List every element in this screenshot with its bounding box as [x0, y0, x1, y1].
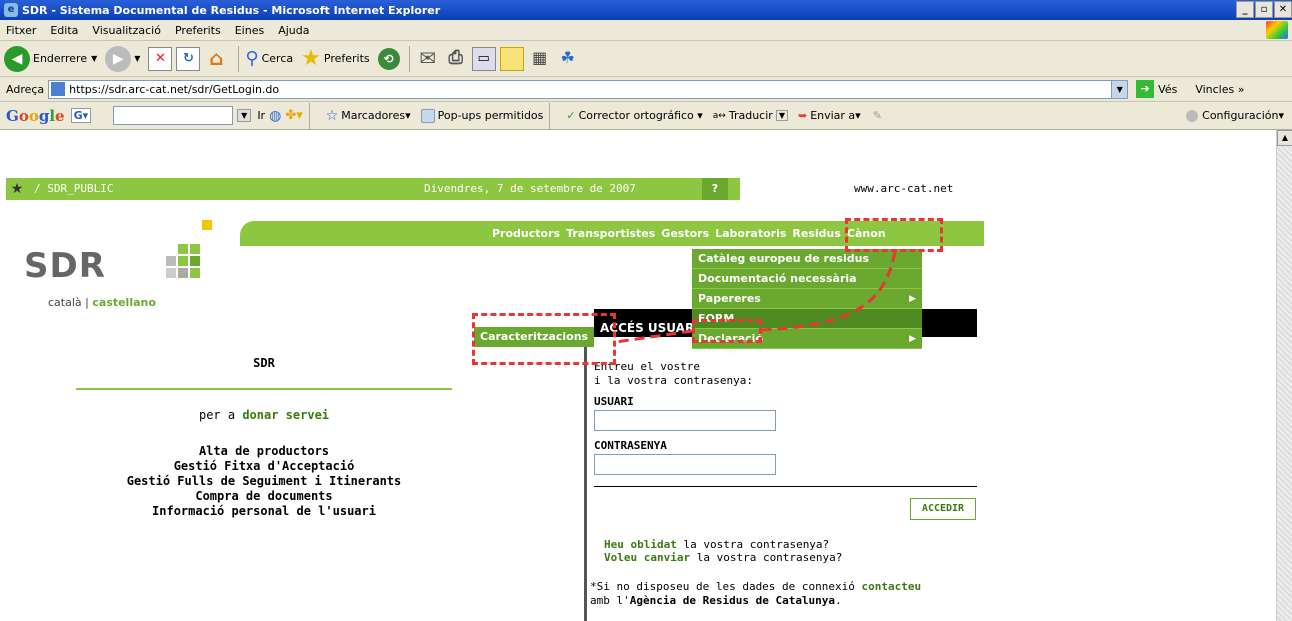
scroll-up-icon[interactable]: ▲: [1277, 130, 1292, 146]
print-icon[interactable]: ⎙: [444, 47, 468, 71]
google-go-icon[interactable]: Ir: [257, 109, 265, 122]
spellcheck-label: Corrector ortográfico ▾: [578, 109, 703, 122]
translate-dropdown-icon[interactable]: ▼: [775, 110, 788, 121]
address-url: https://sdr.arc-cat.net/sdr/GetLogin.do: [69, 82, 280, 96]
send-label: Enviar a▾: [810, 109, 861, 122]
bookmark-star-icon: ☆: [325, 107, 339, 124]
refresh-icon[interactable]: ↻: [176, 46, 201, 71]
google-pagerank-icon[interactable]: ✤▾: [285, 108, 302, 123]
links-button[interactable]: Vincles »: [1195, 83, 1244, 96]
google-separator-2: [549, 102, 551, 129]
back-label: Enderrere: [33, 52, 88, 65]
config-icon: [1186, 109, 1199, 122]
stop-icon[interactable]: ✕: [148, 46, 173, 71]
menu-ajuda[interactable]: Ajuda: [278, 24, 309, 37]
page-icon: [51, 82, 66, 96]
window-controls: _ ▫ ✕: [1235, 1, 1292, 18]
spellcheck-icon: ✓: [566, 109, 576, 122]
bookmarks-button[interactable]: ☆ Marcadores▾: [326, 108, 411, 124]
google-search-dropdown-icon[interactable]: ▼: [237, 109, 252, 122]
send-icon: ➥: [797, 109, 808, 122]
search-button[interactable]: ⚲ Cerca: [245, 48, 293, 69]
translate-icon: a↔: [712, 110, 726, 121]
menu-fitxer[interactable]: Fitxer: [6, 24, 36, 37]
go-button[interactable]: ➔ Vés: [1136, 80, 1177, 98]
back-dropdown-icon[interactable]: ▼: [91, 54, 97, 63]
menu-visualitzacio[interactable]: Visualització: [92, 24, 161, 37]
translate-button[interactable]: a↔ Traducir ▼: [713, 109, 788, 122]
google-separator: [308, 102, 310, 129]
go-label: Vés: [1158, 82, 1178, 96]
address-bar: Adreça https://sdr.arc-cat.net/sdr/GetLo…: [0, 77, 1292, 102]
config-label: Configuración▾: [1202, 109, 1284, 122]
home-icon[interactable]: ⌂: [204, 47, 228, 71]
go-arrow-icon: ➔: [1136, 80, 1155, 98]
windows-logo-icon: [1266, 21, 1288, 39]
google-toolbar: Google G▾ ▼ Ir ◍ ✤▾ ☆ Marcadores▾ Pop-up…: [0, 102, 1292, 130]
menu-preferits[interactable]: Preferits: [175, 24, 221, 37]
spellcheck-button[interactable]: ✓ Corrector ortográfico ▾: [566, 109, 702, 122]
favorites-star-icon: ★: [301, 46, 321, 71]
google-logo[interactable]: Google: [6, 107, 65, 125]
popup-icon: [420, 108, 435, 123]
web-page: ★ / SDR_PUBLIC Divendres, 7 de setembre …: [0, 130, 1276, 621]
menubar: Fitxer Edita Visualització Preferits Ein…: [0, 20, 1292, 41]
google-web-icon[interactable]: ◍: [269, 108, 281, 124]
bookmarks-label: Marcadores▾: [341, 109, 411, 122]
mail-icon[interactable]: ✉: [416, 47, 440, 71]
popups-label: Pop-ups permitidos: [437, 109, 544, 122]
toolbar: ◀ Enderrere ▼ ▶ ▼ ✕ ↻ ⌂ ⚲ Cerca ★ Prefer…: [0, 41, 1292, 77]
toolbar-separator-2: [408, 45, 410, 72]
forward-arrow-icon: ▶: [105, 45, 132, 72]
search-icon: ⚲: [245, 48, 259, 69]
back-button[interactable]: ◀ Enderrere ▼: [4, 45, 97, 72]
research-icon[interactable]: ▦: [528, 47, 552, 71]
annotation-arrows: [615, 251, 897, 344]
edit-icon[interactable]: ▭: [471, 46, 496, 71]
forward-dropdown-icon[interactable]: ▼: [134, 54, 140, 63]
address-label: Adreça: [6, 82, 45, 96]
favorites-button[interactable]: ★ Preferits: [301, 46, 370, 71]
history-icon[interactable]: ⟲: [377, 47, 400, 70]
send-button[interactable]: ➥ Enviar a▾: [798, 109, 861, 122]
toolbar-separator: [238, 45, 240, 72]
forward-button[interactable]: ▶ ▼: [105, 45, 140, 72]
favorites-label: Preferits: [323, 52, 370, 65]
popups-button[interactable]: Pop-ups permitidos: [420, 108, 544, 123]
google-menu-icon[interactable]: G▾: [70, 108, 92, 123]
menu-edita[interactable]: Edita: [50, 24, 78, 37]
messenger-icon[interactable]: ☘: [556, 47, 580, 71]
back-arrow-icon: ◀: [4, 45, 30, 72]
translate-label: Traducir: [728, 109, 773, 122]
search-label: Cerca: [261, 52, 294, 65]
ie-icon: e: [4, 3, 18, 17]
address-dropdown-icon[interactable]: ▼: [1111, 80, 1128, 98]
clip-icon[interactable]: ✎: [873, 109, 882, 122]
notes-icon[interactable]: [499, 46, 524, 71]
window-titlebar: e SDR - Sistema Documental de Residus - …: [0, 0, 1292, 20]
window-title: SDR - Sistema Documental de Residus - Mi…: [22, 3, 441, 17]
close-button[interactable]: ✕: [1274, 1, 1292, 18]
menu-eines[interactable]: Eines: [235, 24, 264, 37]
vertical-scrollbar[interactable]: ▲: [1276, 130, 1292, 621]
minimize-button[interactable]: _: [1236, 1, 1254, 18]
config-button[interactable]: Configuración▾: [1186, 109, 1284, 122]
google-search-input[interactable]: [113, 106, 234, 125]
maximize-button[interactable]: ▫: [1255, 1, 1273, 18]
address-input[interactable]: https://sdr.arc-cat.net/sdr/GetLogin.do …: [48, 79, 1129, 99]
